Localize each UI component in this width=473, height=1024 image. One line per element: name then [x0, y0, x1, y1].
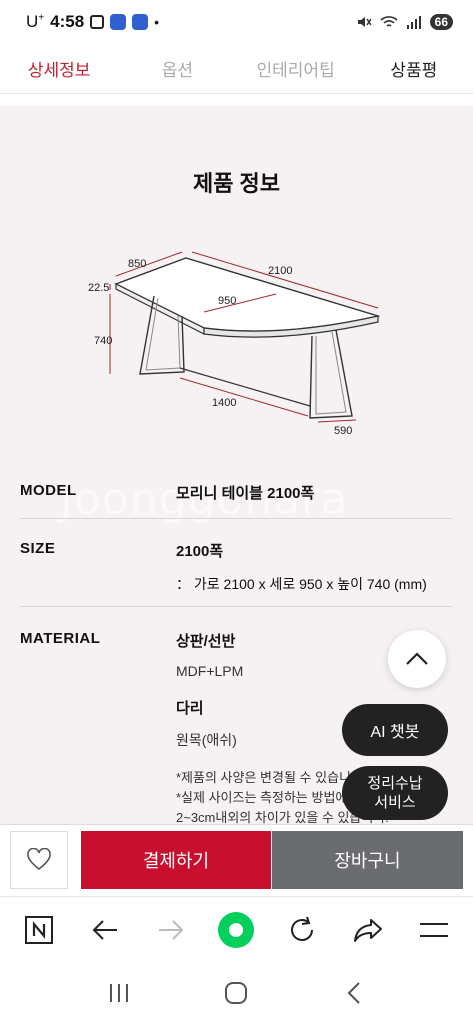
mute-icon	[357, 17, 372, 27]
back-button[interactable]	[80, 905, 130, 955]
green-dot-button[interactable]	[211, 905, 261, 955]
storage-service-button[interactable]: 정리수납 서비스	[342, 766, 448, 820]
clock: 4:58	[50, 12, 85, 31]
app-notification-icon	[110, 14, 127, 30]
spec-label-size: SIZE	[20, 540, 56, 557]
refresh-icon	[291, 916, 314, 941]
material-top-title: 상판/선반	[176, 633, 236, 650]
status-bar: U+ 4:58 • 66	[0, 0, 473, 44]
hamburger-icon	[419, 922, 448, 937]
share-button[interactable]	[343, 905, 393, 955]
divider	[20, 606, 452, 607]
home-button[interactable]	[211, 968, 261, 1018]
battery-indicator: 66	[429, 14, 453, 30]
wifi-icon	[380, 16, 398, 27]
material-top-value: MDF+LPM	[176, 663, 244, 679]
spec-label-model: MODEL	[20, 482, 77, 499]
naver-n-icon	[24, 915, 53, 944]
tab-interior-tips[interactable]: 인테리어팁	[237, 44, 355, 93]
heart-icon	[27, 848, 51, 871]
dim-leg-depth: 590	[334, 425, 352, 436]
arrow-right-icon	[158, 919, 184, 940]
add-to-cart-button[interactable]: 장바구니	[272, 831, 463, 889]
green-dot-icon	[218, 911, 255, 948]
share-icon	[354, 918, 383, 942]
wishlist-button[interactable]	[10, 831, 68, 889]
section-title: 제품 정보	[192, 171, 281, 196]
dim-leg-span: 1400	[212, 397, 236, 409]
forward-button[interactable]	[146, 905, 196, 955]
table-dimension-diagram: 850 2100 22.5 950 740 1400 590	[88, 251, 380, 436]
app-notification-icon-2	[132, 14, 149, 30]
spec-value-size: 2100폭 ： 가로 2100 x 세로 950 x 높이 740 (mm)	[176, 543, 427, 592]
status-left: U+ 4:58 •	[26, 12, 159, 32]
tab-details[interactable]: 상세정보	[0, 44, 118, 93]
spec-label-material: MATERIAL	[20, 630, 101, 647]
chevron-up-icon	[406, 652, 428, 665]
dim-depth: 850	[128, 258, 146, 270]
dim-length: 2100	[268, 265, 292, 277]
menu-button[interactable]	[409, 905, 459, 955]
recent-apps-icon	[109, 984, 128, 1002]
status-right: 66	[356, 14, 453, 30]
more-notifications-dot: •	[154, 14, 160, 30]
arrow-left-icon	[92, 919, 117, 940]
naver-home-button[interactable]	[14, 905, 64, 955]
browser-toolbar	[0, 896, 473, 962]
scroll-top-button[interactable]	[388, 630, 446, 688]
home-icon	[225, 982, 248, 1004]
divider	[20, 518, 452, 519]
size-detail: ： 가로 2100 x 세로 950 x 높이 740 (mm)	[176, 576, 427, 592]
system-navigation-bar	[0, 962, 473, 1024]
dim-height: 740	[94, 335, 112, 347]
purchase-bar: 결제하기 장바구니	[0, 824, 473, 896]
tab-options[interactable]: 옵션	[118, 44, 236, 93]
screenshot-icon	[90, 15, 105, 29]
system-back-button[interactable]	[329, 968, 379, 1018]
carrier-label: U+	[26, 12, 45, 31]
checkout-button[interactable]: 결제하기	[81, 831, 271, 889]
product-tabs: 상세정보 옵션 인테리어팁 상품평	[0, 44, 473, 94]
spec-value-model: 모리니 테이블 2100폭	[176, 485, 315, 502]
storage-line-1: 정리수납	[367, 775, 423, 792]
tab-reviews[interactable]: 상품평	[355, 44, 473, 93]
chevron-left-icon	[347, 982, 360, 1004]
signal-icon	[406, 16, 421, 29]
ai-chatbot-button[interactable]: AI 챗봇	[342, 704, 448, 756]
refresh-button[interactable]	[277, 905, 327, 955]
recent-apps-button[interactable]	[94, 968, 144, 1018]
dim-inner-width: 950	[218, 295, 236, 307]
dim-thickness: 22.5	[88, 282, 109, 294]
storage-line-2: 서비스	[374, 794, 416, 811]
